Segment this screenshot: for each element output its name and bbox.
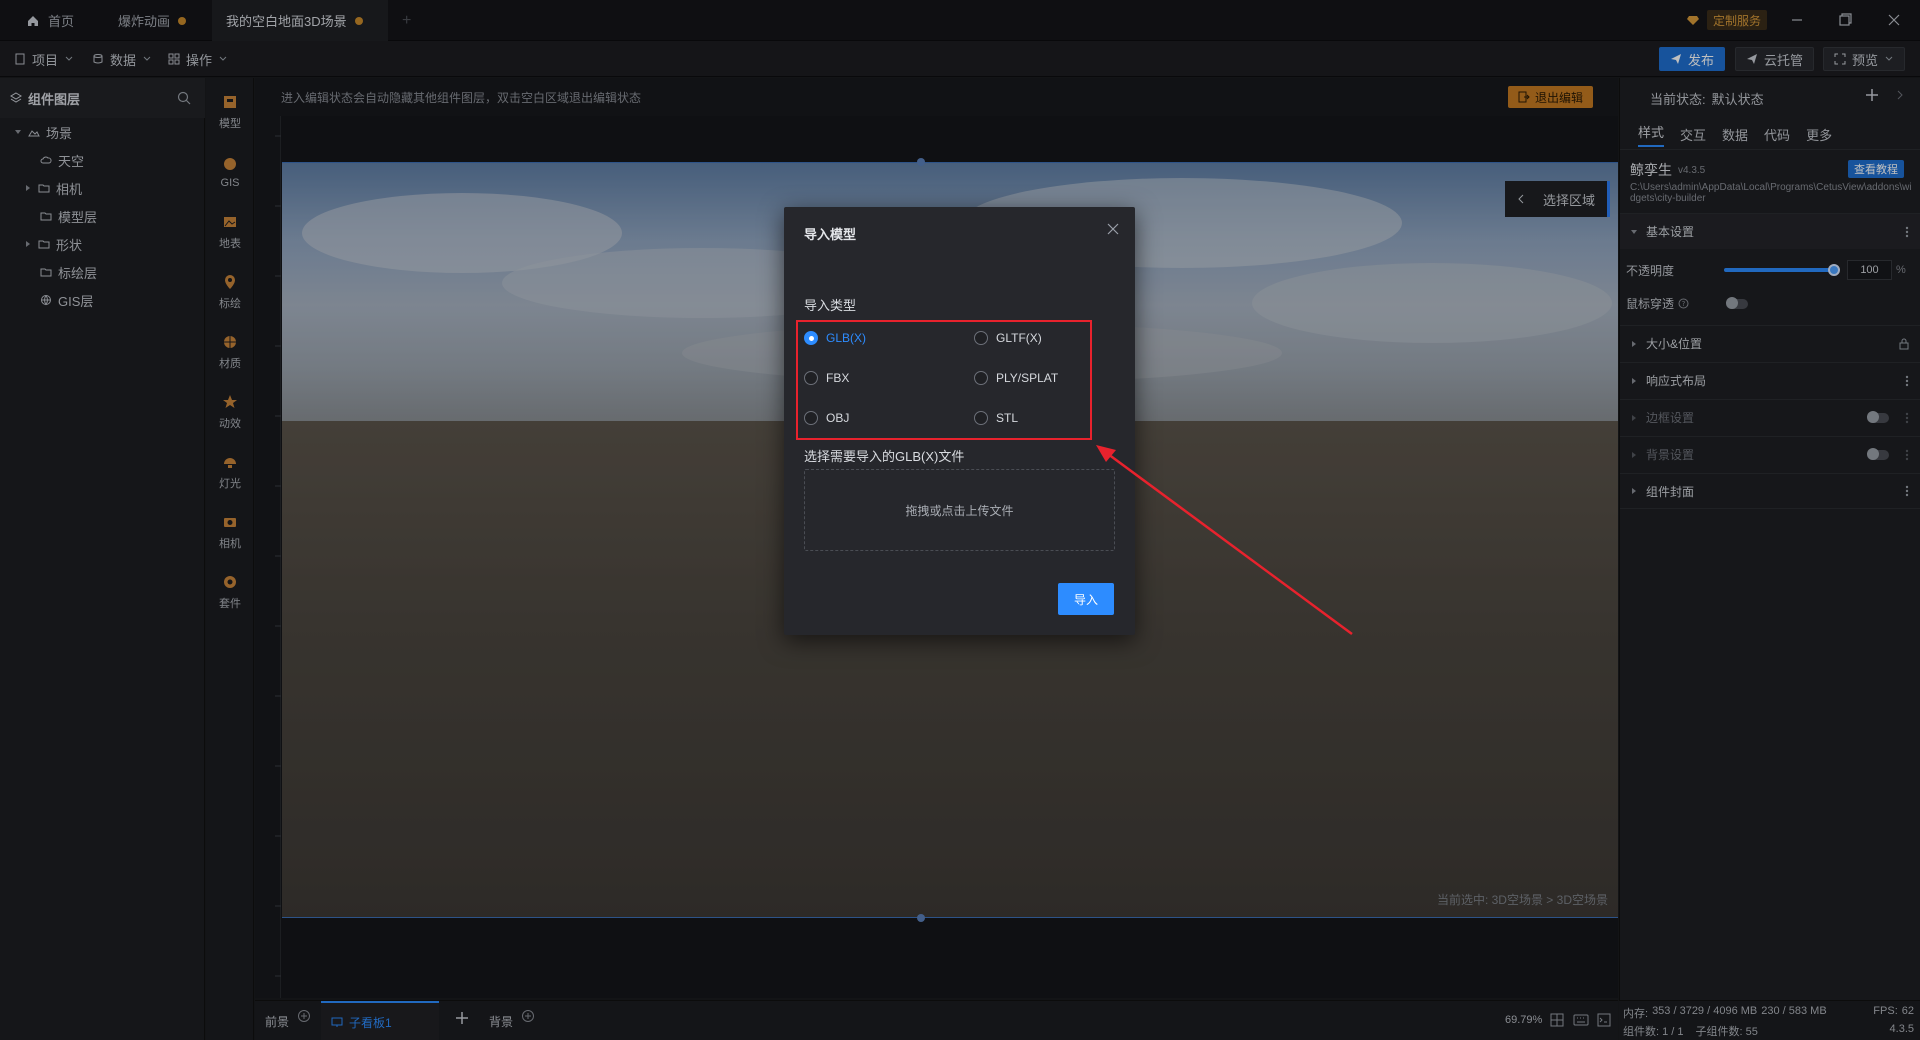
file-upload-dropzone[interactable]: 拖拽或点击上传文件 (804, 469, 1115, 551)
upload-hint: 拖拽或点击上传文件 (905, 503, 1014, 518)
file-select-label: 选择需要导入的GLB(X)文件 (804, 449, 965, 464)
close-icon[interactable] (1107, 223, 1119, 235)
dialog-title: 导入模型 (804, 227, 857, 242)
highlight-box (796, 320, 1092, 440)
app-window: 首页 爆炸动画 我的空白地面3D场景 + 定制服务 项目 数据 操作 发布 云托… (0, 0, 1920, 1040)
annotation-arrow (1096, 445, 1353, 636)
import-type-label: 导入类型 (804, 298, 857, 313)
